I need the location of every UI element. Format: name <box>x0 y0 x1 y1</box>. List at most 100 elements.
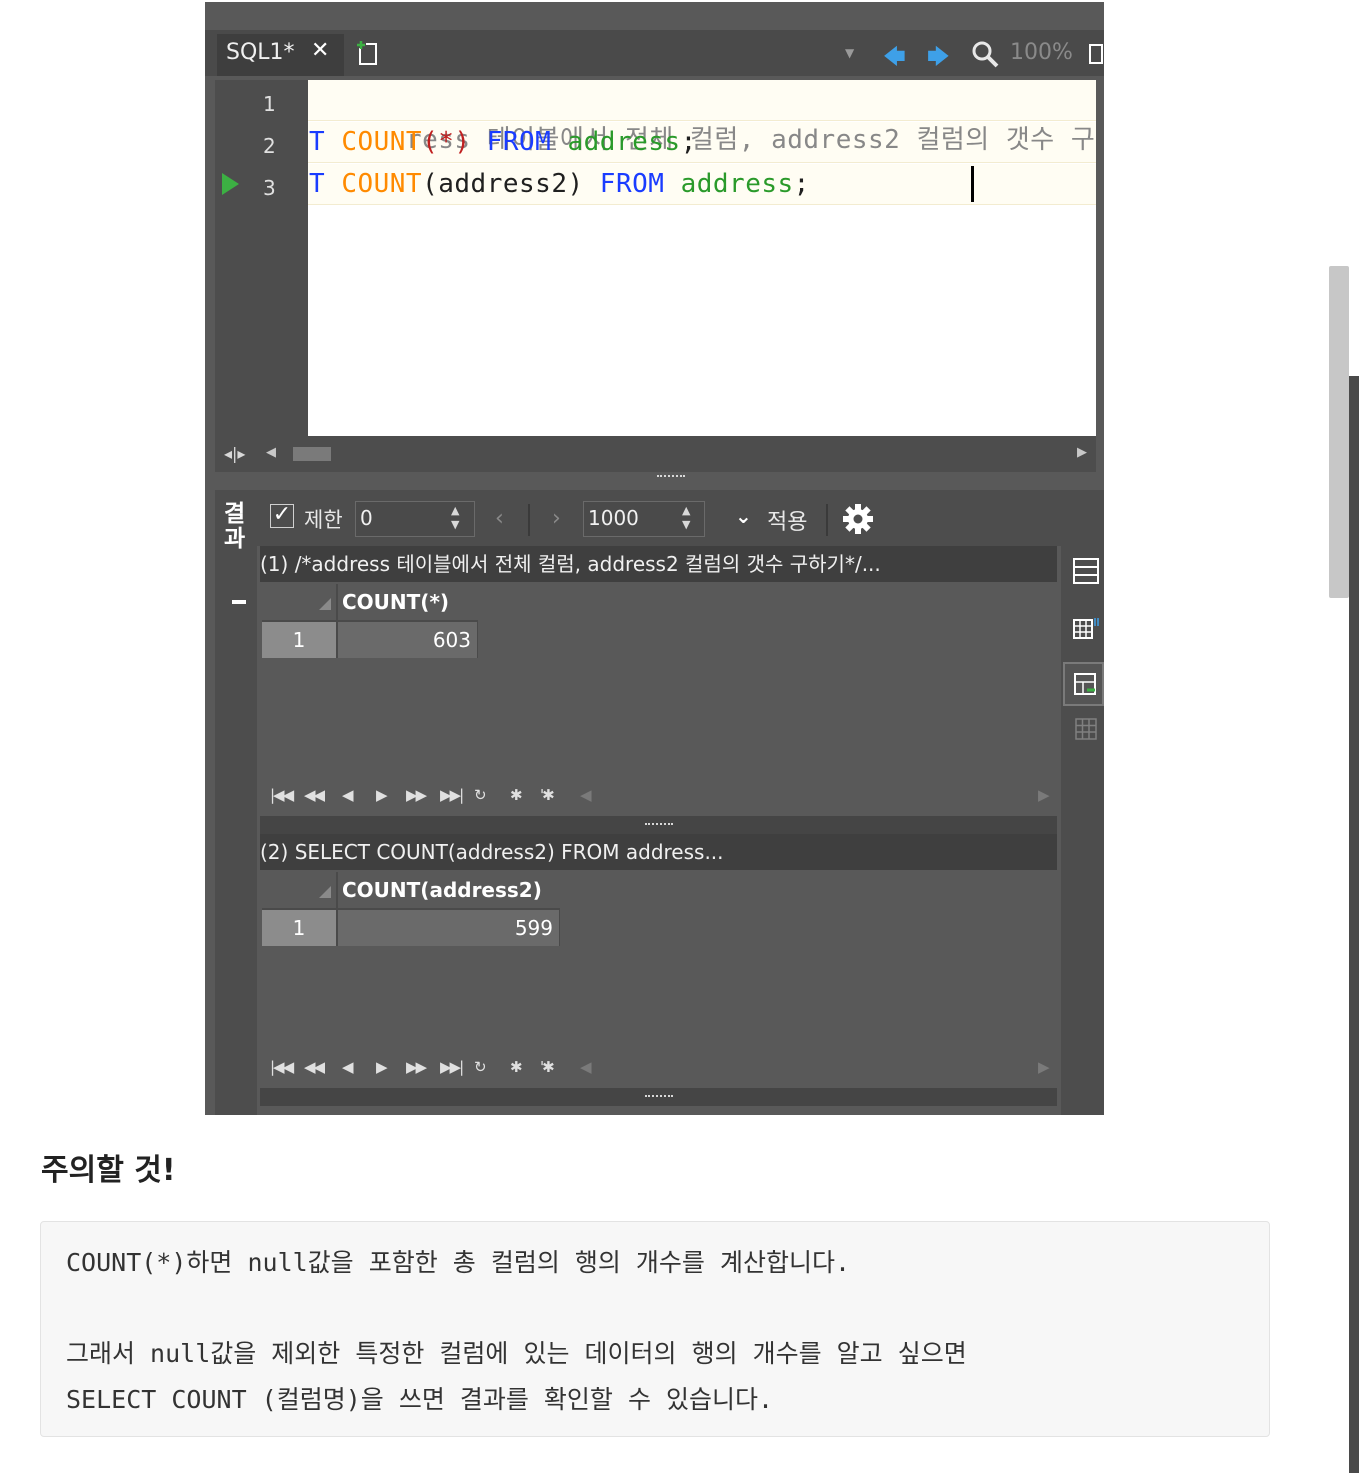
tab-close-icon[interactable]: ✕ <box>311 38 329 63</box>
previous-record-icon[interactable]: ◀ <box>342 786 353 804</box>
scroll-right-icon[interactable]: ▶ <box>1077 445 1087 460</box>
sql-semicolon: ; <box>793 169 810 199</box>
scroll-right-icon[interactable]: ▶ <box>1038 786 1049 804</box>
sql-code-editor[interactable]: ress 테이블에서 전체 컬럼, address2 컬럼의 갯수 구하기* T… <box>308 80 1096 436</box>
arrow-left-icon[interactable]: 🡄 <box>883 40 906 78</box>
result-set-2-header[interactable]: (2) SELECT COUNT(address2) FROM address.… <box>260 834 1057 870</box>
previous-page-icon[interactable]: ‹ <box>495 506 504 531</box>
sql-editor-window: SQL1* ✕ ▼ 🡄 🡆 100% 1 2 3 ress 테이블에서 전체 컬… <box>205 0 1104 1115</box>
results-side-tab-strip <box>215 490 257 1115</box>
splitter-grip-icon[interactable] <box>645 823 673 828</box>
line-number: 3 <box>263 176 276 200</box>
scroll-right-icon[interactable]: ▶ <box>1038 1058 1049 1076</box>
current-statement-marker-icon <box>222 173 239 195</box>
code-block-line: SELECT COUNT (컬럼명)을 쓰면 결과를 확인할 수 있습니다. <box>66 1385 774 1414</box>
zoom-level: 100% <box>1010 40 1073 65</box>
splitter-grip-icon[interactable] <box>657 475 685 480</box>
page-edge-shadow <box>1349 376 1359 1473</box>
result-navigation-bar: |◀◀ ◀◀ ◀ ▶ ▶▶ ▶▶| ↻ ✱ '✱ ◀ ▶ <box>260 1058 1057 1088</box>
chevron-down-icon[interactable]: ▼ <box>845 46 854 60</box>
line-number: 1 <box>263 92 276 116</box>
next-page-icon[interactable]: › <box>552 506 561 531</box>
refresh-icon[interactable]: ↻ <box>474 786 487 804</box>
scroll-left-icon[interactable]: ◀ <box>580 786 591 804</box>
grid-view-icon[interactable] <box>1071 614 1101 644</box>
scroll-left-icon[interactable]: ◀ <box>580 1058 591 1076</box>
splitter-grip-icon[interactable] <box>645 1095 673 1100</box>
apply-button[interactable]: 적용 <box>767 504 807 536</box>
result-set-1-header[interactable]: (1) /*address 테이블에서 전체 컬럼, address2 컬럼의 … <box>260 546 1057 582</box>
duplicate-record-icon[interactable]: '✱ <box>540 1058 555 1076</box>
row-number[interactable]: 1 <box>262 910 338 946</box>
last-record-icon[interactable]: ▶▶| <box>440 1058 464 1076</box>
first-record-icon[interactable]: |◀◀ <box>270 786 294 804</box>
column-header-count-address2[interactable]: COUNT(address2) <box>338 872 560 910</box>
sql-argument: * <box>438 127 455 157</box>
sql-paren: ) <box>567 169 584 199</box>
window-top-edge <box>205 0 1104 2</box>
toolbar-separator <box>528 504 530 536</box>
minimize-icon[interactable] <box>232 600 246 604</box>
line-number-gutter: 1 2 3 <box>215 80 308 436</box>
form-view-icon[interactable] <box>1071 556 1101 586</box>
limit-label: 제한 <box>304 508 343 532</box>
editor-horizontal-scrollbar[interactable] <box>215 436 1096 472</box>
sql-function: COUNT <box>341 127 423 157</box>
section-heading: 주의할 것! <box>41 1153 176 1188</box>
sql-keyword: T <box>309 169 326 199</box>
panel-toggle-icon[interactable] <box>1089 44 1103 64</box>
gear-icon[interactable] <box>842 503 874 535</box>
spinner-icon[interactable]: ▲ ▼ <box>682 504 690 532</box>
arrow-right-icon[interactable]: 🡆 <box>927 40 950 78</box>
sql-paren: ) <box>454 127 471 157</box>
tab-sql1-label: SQL1* <box>226 40 295 65</box>
previous-page-icon[interactable]: ◀◀ <box>304 1058 325 1076</box>
toolbar-separator <box>826 504 828 536</box>
previous-record-icon[interactable]: ◀ <box>342 1058 353 1076</box>
first-record-icon[interactable]: |◀◀ <box>270 1058 294 1076</box>
next-record-icon[interactable]: ▶ <box>376 1058 387 1076</box>
code-block-line: COUNT(*)하면 null값을 포함한 총 컬럼의 행의 개수를 계산합니다… <box>66 1248 851 1277</box>
table-cell[interactable]: 603 <box>338 622 478 658</box>
page-scrollbar-thumb[interactable] <box>1329 266 1349 598</box>
line-number: 2 <box>263 134 276 158</box>
sql-keyword: FROM <box>486 127 552 157</box>
sql-paren: ( <box>422 169 439 199</box>
scroll-left-icon[interactable]: ◀ <box>266 445 276 460</box>
duplicate-record-icon[interactable]: '✱ <box>540 786 555 804</box>
row-number[interactable]: 1 <box>262 622 338 658</box>
code-line-2: T COUNT(*) FROM address; <box>309 122 697 162</box>
last-record-icon[interactable]: ▶▶| <box>440 786 464 804</box>
refresh-icon[interactable]: ↻ <box>474 1058 487 1076</box>
sql-keyword: T <box>309 127 326 157</box>
pivot-view-icon[interactable] <box>1071 714 1101 744</box>
next-page-icon[interactable]: ▶▶ <box>406 1058 427 1076</box>
split-view-icon[interactable]: ◂|▸ <box>224 444 245 463</box>
table-cell[interactable]: 599 <box>338 910 560 946</box>
previous-page-icon[interactable]: ◀◀ <box>304 786 325 804</box>
code-line-3: T COUNT(address2) FROM address; <box>309 164 810 204</box>
column-header-count[interactable]: COUNT(*) <box>338 584 478 622</box>
sort-indicator-icon <box>319 886 331 898</box>
text-view-icon[interactable] <box>1071 670 1101 700</box>
limit-checkbox[interactable]: ✓ <box>270 504 294 528</box>
tab-results[interactable]: 결과 <box>224 502 248 552</box>
zoom-icon[interactable] <box>971 40 999 68</box>
text-caret <box>971 166 974 202</box>
chevron-down-icon[interactable]: ⌄ <box>735 504 752 528</box>
sort-indicator-icon <box>319 598 331 610</box>
next-page-icon[interactable]: ▶▶ <box>406 786 427 804</box>
sql-function: COUNT <box>341 169 423 199</box>
spinner-icon[interactable]: ▲ ▼ <box>451 504 459 532</box>
add-record-icon[interactable]: ✱ <box>510 1058 523 1076</box>
new-query-icon[interactable] <box>356 40 378 66</box>
sql-keyword: FROM <box>599 169 665 199</box>
sql-argument: address2 <box>438 169 568 199</box>
sql-semicolon: ; <box>680 127 697 157</box>
code-block-line: 그래서 null값을 제외한 특정한 컬럼에 있는 데이터의 행의 개수를 알고… <box>66 1339 967 1368</box>
code-line-1: ress 테이블에서 전체 컬럼, address2 컬럼의 갯수 구하기* <box>309 80 1096 155</box>
next-record-icon[interactable]: ▶ <box>376 786 387 804</box>
scroll-thumb[interactable] <box>293 447 331 461</box>
add-record-icon[interactable]: ✱ <box>510 786 523 804</box>
sql-table-name: address <box>680 169 794 199</box>
